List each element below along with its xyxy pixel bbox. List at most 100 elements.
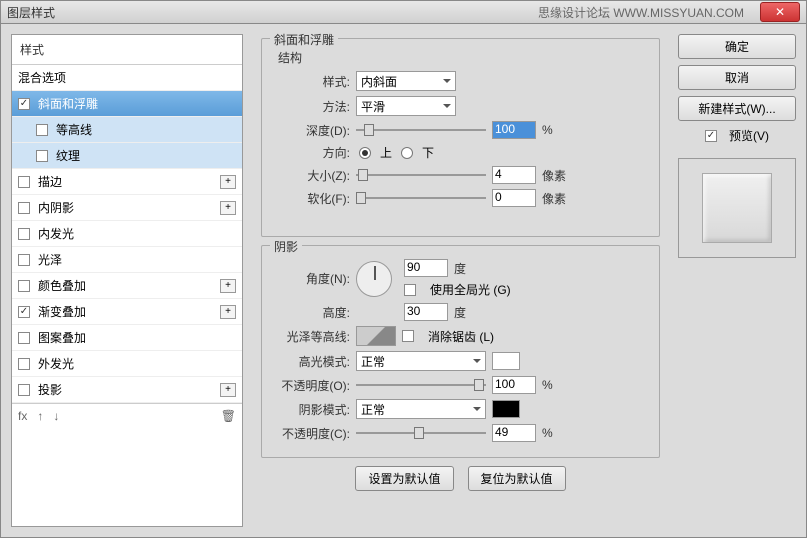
item-label: 描边 <box>38 173 62 190</box>
gloss-contour-label: 光泽等高线: <box>272 328 350 345</box>
checkbox[interactable] <box>36 124 48 136</box>
item-label: 投影 <box>38 381 62 398</box>
select-value: 内斜面 <box>361 73 397 90</box>
highlight-opacity-input[interactable]: 100 <box>492 376 536 394</box>
checkbox[interactable] <box>18 358 30 370</box>
size-input[interactable]: 4 <box>492 166 536 184</box>
style-item-bevel[interactable]: 斜面和浮雕 <box>12 91 242 117</box>
blend-options-row[interactable]: 混合选项 <box>12 65 242 91</box>
new-style-button[interactable]: 新建样式(W)... <box>678 96 796 121</box>
close-button[interactable]: ✕ <box>760 2 800 22</box>
checkbox[interactable] <box>36 150 48 162</box>
style-item-stroke[interactable]: 描边 + <box>12 169 242 195</box>
highlight-opacity-label: 不透明度(O): <box>272 377 350 394</box>
reset-default-button[interactable]: 复位为默认值 <box>468 466 566 491</box>
direction-up-radio[interactable] <box>359 147 371 159</box>
item-label: 外发光 <box>38 355 74 372</box>
shadow-opacity-label: 不透明度(C): <box>272 425 350 442</box>
unit: 度 <box>454 304 480 321</box>
preview-checkbox[interactable] <box>705 130 717 142</box>
shadow-mode-select[interactable]: 正常 <box>356 399 486 419</box>
close-icon: ✕ <box>775 5 785 19</box>
checkbox[interactable] <box>18 176 30 188</box>
checkbox[interactable] <box>18 202 30 214</box>
add-icon[interactable]: + <box>220 383 236 397</box>
global-light-checkbox[interactable] <box>404 284 416 296</box>
ok-button[interactable]: 确定 <box>678 34 796 59</box>
soften-slider[interactable] <box>356 190 486 206</box>
preview-box <box>678 158 796 258</box>
highlight-opacity-slider[interactable] <box>356 377 486 393</box>
style-item-drop-shadow[interactable]: 投影 + <box>12 377 242 403</box>
window-title: 图层样式 <box>7 4 55 21</box>
style-item-outer-glow[interactable]: 外发光 <box>12 351 242 377</box>
styles-list: 样式 混合选项 斜面和浮雕 等高线 纹理 描边 + 内阴影+ 内发光 光泽 颜色叠… <box>11 34 243 527</box>
style-item-color-overlay[interactable]: 颜色叠加 + <box>12 273 242 299</box>
unit: 度 <box>454 260 480 277</box>
checkbox[interactable] <box>18 228 30 240</box>
item-label: 内发光 <box>38 225 74 242</box>
global-light-label: 使用全局光 (G) <box>430 281 511 298</box>
highlight-color[interactable] <box>492 352 520 370</box>
add-icon[interactable]: + <box>220 279 236 293</box>
altitude-label: 高度: <box>272 304 350 321</box>
unit: 像素 <box>542 167 568 184</box>
preview-label: 预览(V) <box>729 127 769 144</box>
antialias-checkbox[interactable] <box>402 330 414 342</box>
depth-input[interactable]: 100 <box>492 121 536 139</box>
arrow-up-icon[interactable]: ↑ <box>37 409 43 423</box>
method-select[interactable]: 平滑 <box>356 96 456 116</box>
add-icon[interactable]: + <box>220 305 236 319</box>
depth-label: 深度(D): <box>272 122 350 139</box>
shadow-opacity-input[interactable]: 49 <box>492 424 536 442</box>
highlight-mode-select[interactable]: 正常 <box>356 351 486 371</box>
gloss-contour-picker[interactable] <box>356 326 396 346</box>
soften-label: 软化(F): <box>272 190 350 207</box>
soften-input[interactable]: 0 <box>492 189 536 207</box>
depth-slider[interactable] <box>356 122 486 138</box>
item-label: 颜色叠加 <box>38 277 86 294</box>
style-select[interactable]: 内斜面 <box>356 71 456 91</box>
antialias-label: 消除锯齿 (L) <box>428 328 494 345</box>
checkbox[interactable] <box>18 280 30 292</box>
item-label: 等高线 <box>56 121 92 138</box>
shadow-opacity-slider[interactable] <box>356 425 486 441</box>
style-item-inner-shadow[interactable]: 内阴影+ <box>12 195 242 221</box>
styles-header: 样式 <box>12 35 242 65</box>
style-item-satin[interactable]: 光泽 <box>12 247 242 273</box>
checkbox[interactable] <box>18 306 30 318</box>
structure-subtitle: 结构 <box>278 49 649 66</box>
method-label: 方法: <box>272 98 350 115</box>
arrow-down-icon[interactable]: ↓ <box>53 409 59 423</box>
direction-down-radio[interactable] <box>401 147 413 159</box>
shadow-color[interactable] <box>492 400 520 418</box>
style-item-pattern-overlay[interactable]: 图案叠加 <box>12 325 242 351</box>
bevel-group: 斜面和浮雕 结构 样式:内斜面 方法:平滑 深度(D):100% 方向:上下 大… <box>261 38 660 237</box>
down-label: 下 <box>422 144 434 161</box>
style-item-texture[interactable]: 纹理 <box>12 143 242 169</box>
select-value: 正常 <box>361 353 385 370</box>
style-item-contour[interactable]: 等高线 <box>12 117 242 143</box>
angle-dial[interactable] <box>356 261 392 297</box>
make-default-button[interactable]: 设置为默认值 <box>355 466 453 491</box>
style-label: 样式: <box>272 73 350 90</box>
style-item-inner-glow[interactable]: 内发光 <box>12 221 242 247</box>
altitude-input[interactable]: 30 <box>404 303 448 321</box>
checkbox[interactable] <box>18 332 30 344</box>
checkbox[interactable] <box>18 384 30 396</box>
size-label: 大小(Z): <box>272 167 350 184</box>
add-icon[interactable]: + <box>220 175 236 189</box>
angle-input[interactable]: 90 <box>404 259 448 277</box>
checkbox[interactable] <box>18 98 30 110</box>
trash-icon[interactable]: 🗑 <box>221 409 236 423</box>
fx-icon[interactable]: fx <box>18 409 27 423</box>
preview-swatch <box>702 173 772 243</box>
add-icon[interactable]: + <box>220 201 236 215</box>
cancel-button[interactable]: 取消 <box>678 65 796 90</box>
unit: % <box>542 426 568 440</box>
style-item-gradient-overlay[interactable]: 渐变叠加+ <box>12 299 242 325</box>
checkbox[interactable] <box>18 254 30 266</box>
item-label: 斜面和浮雕 <box>38 95 98 112</box>
unit: % <box>542 123 568 137</box>
size-slider[interactable] <box>356 167 486 183</box>
